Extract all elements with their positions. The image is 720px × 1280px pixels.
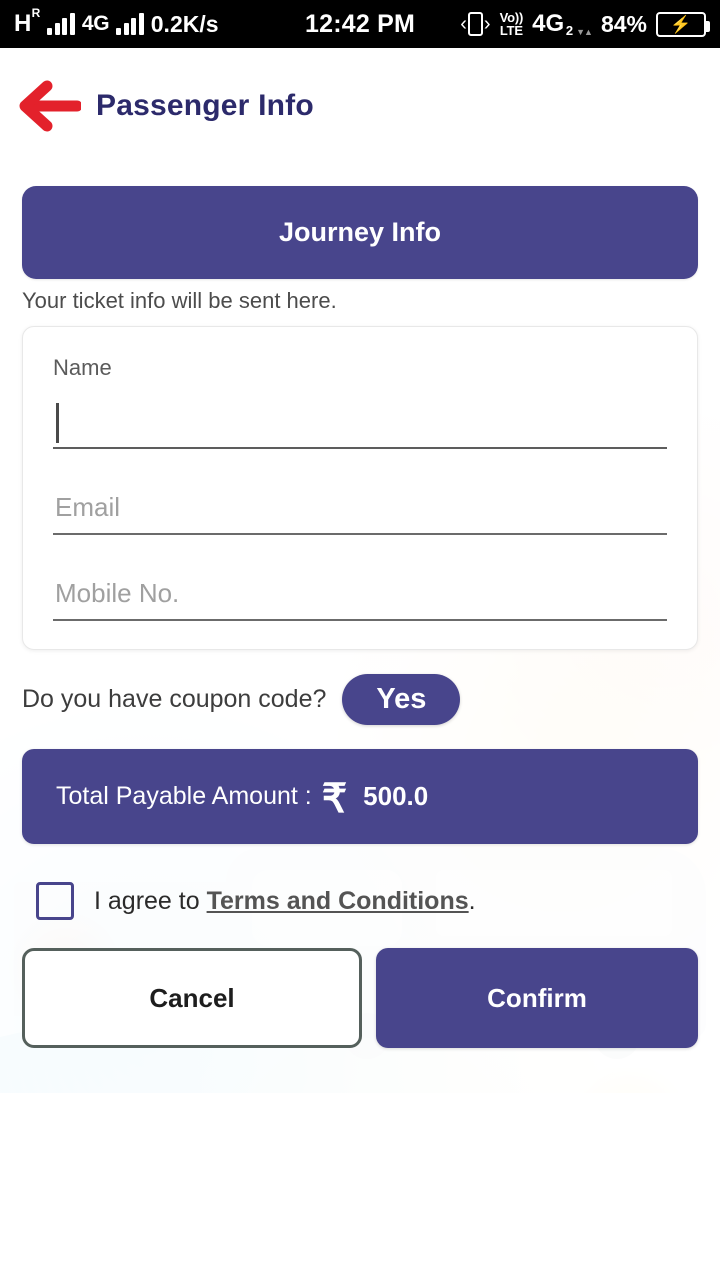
main-content: Journey Info Your ticket info will be se…: [0, 164, 720, 1048]
terms-prefix: I agree to: [94, 886, 207, 915]
total-payable-label: Total Payable Amount :: [56, 782, 312, 810]
terms-agreement-text: I agree to Terms and Conditions.: [94, 887, 476, 916]
name-field-underline: [53, 395, 667, 449]
background-blob-yellow: [560, 1068, 700, 1178]
app-bar: Passenger Info: [0, 48, 720, 164]
page-title: Passenger Info: [96, 89, 314, 122]
confirm-button[interactable]: Confirm: [376, 948, 698, 1048]
email-field-underline: [53, 481, 667, 535]
coupon-row: Do you have coupon code? Yes: [22, 674, 720, 725]
email-input[interactable]: [53, 481, 667, 533]
action-buttons-row: Cancel Confirm: [22, 948, 698, 1048]
terms-checkbox[interactable]: [36, 882, 74, 920]
mobile-field-group: [53, 567, 667, 621]
background-veil-bottom: [0, 1093, 720, 1280]
sim-network-text: 4G: [532, 10, 565, 37]
ticket-info-hint: Your ticket info will be sent here.: [22, 288, 337, 313]
data-transfer-arrows-icon: ▼▲: [576, 26, 593, 37]
sim-network-label: 4G 2: [532, 10, 574, 38]
coupon-question-label: Do you have coupon code?: [22, 685, 327, 713]
terms-agreement-row: I agree to Terms and Conditions.: [36, 882, 720, 920]
status-bar-clock: 12:42 PM: [305, 9, 415, 38]
app-screen: HR 4G 0.2K/s 12:42 PM ‹ › Vo)) LTE 4G 2 ▼…: [0, 0, 720, 1280]
total-payable-amount: 500.0: [363, 781, 429, 811]
mobile-input[interactable]: [53, 567, 667, 619]
name-field-label: Name: [53, 355, 112, 380]
cancel-button[interactable]: Cancel: [22, 948, 362, 1048]
journey-info-button[interactable]: Journey Info: [22, 186, 698, 279]
rupee-icon: ₹: [321, 776, 348, 821]
terms-suffix: .: [468, 886, 476, 915]
email-field-group: [53, 481, 667, 535]
name-field-group: Name: [53, 355, 667, 449]
mobile-field-underline: [53, 567, 667, 621]
terms-and-conditions-link[interactable]: Terms and Conditions: [207, 887, 469, 915]
battery-charging-icon: ⚡: [656, 11, 710, 37]
total-payable-bar: Total Payable Amount : ₹ 500.0: [22, 749, 698, 844]
passenger-form-card: Name: [22, 326, 698, 650]
sim-index: 2: [565, 23, 574, 38]
coupon-yes-button[interactable]: Yes: [342, 674, 461, 725]
status-bar: HR 4G 0.2K/s 12:42 PM ‹ › Vo)) LTE 4G 2 ▼…: [0, 0, 720, 48]
name-input[interactable]: [53, 395, 667, 447]
back-arrow-icon[interactable]: [0, 48, 96, 164]
